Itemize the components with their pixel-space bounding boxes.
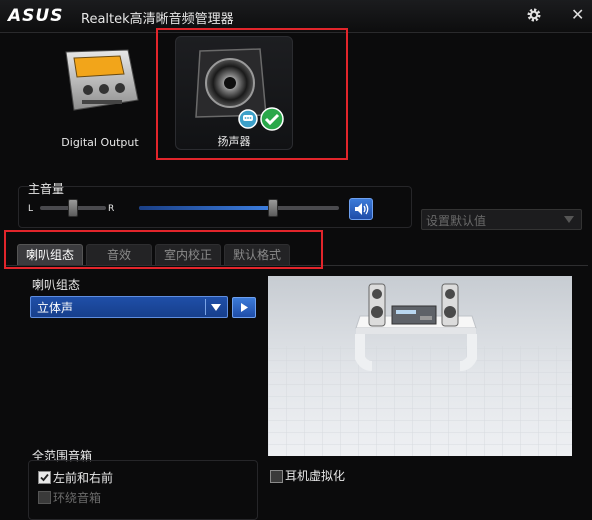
window-title: Realtek高清晰音频管理器	[81, 12, 234, 27]
asus-logo: ASUS	[8, 6, 64, 26]
left-channel-label: L	[28, 204, 34, 214]
balance-thumb[interactable]	[68, 199, 78, 217]
surround-label: 环绕音箱	[53, 491, 102, 505]
checkmark-icon	[40, 473, 49, 482]
chevron-down-icon	[211, 304, 221, 311]
right-channel-label: R	[108, 204, 115, 214]
set-default-label: 设置默认值	[426, 214, 487, 228]
gear-icon[interactable]	[526, 7, 542, 23]
chevron-down-icon	[564, 216, 574, 223]
play-test-button[interactable]	[232, 297, 256, 318]
volume-thumb[interactable]	[268, 199, 278, 217]
speaker-config-dropdown[interactable]: 立体声	[30, 296, 228, 318]
device-label: Digital Output	[61, 136, 139, 149]
play-icon	[241, 303, 248, 312]
speaker-stand-illustration	[268, 283, 572, 456]
device-digital-output[interactable]: Digital Output	[52, 44, 148, 149]
highlight-box-tabs	[4, 230, 323, 269]
mute-button[interactable]	[349, 198, 373, 220]
highlight-box-device	[156, 28, 348, 160]
volume-fill	[139, 206, 273, 210]
balance-slider[interactable]	[40, 199, 106, 217]
front-lr-label: 左前和右前	[53, 471, 114, 485]
config-selected-value: 立体声	[37, 301, 74, 315]
headphone-virtualization-checkbox[interactable]	[270, 470, 283, 483]
main-volume-label: 主音量	[28, 182, 65, 196]
speaker-preview-image	[268, 276, 572, 456]
front-lr-checkbox[interactable]	[38, 471, 51, 484]
digital-output-device-icon	[65, 49, 139, 111]
speaker-volume-icon	[355, 203, 369, 215]
speaker-config-label: 喇叭组态	[32, 278, 81, 292]
dropdown-separator	[205, 299, 206, 315]
surround-checkbox	[38, 491, 51, 504]
headphone-virtualization-label: 耳机虚拟化	[285, 469, 346, 483]
close-icon[interactable]: ✕	[571, 5, 584, 24]
main-volume-slider[interactable]	[139, 199, 339, 217]
set-default-dropdown[interactable]: 设置默认值	[421, 209, 582, 230]
